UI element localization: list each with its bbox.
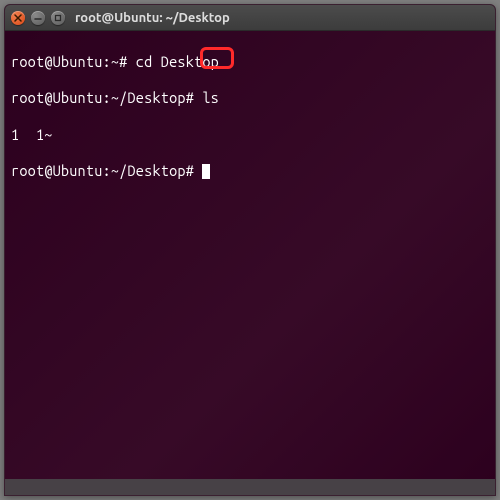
window-controls <box>11 11 65 25</box>
minimize-icon[interactable] <box>31 11 45 25</box>
terminal-line: root@Ubuntu:~# cd Desktop <box>11 53 489 71</box>
command-text: cd Desktop <box>127 53 219 70</box>
terminal-line: root@Ubuntu:~/Desktop# <box>11 162 489 180</box>
close-icon[interactable] <box>11 11 25 25</box>
cursor <box>202 164 210 179</box>
maximize-icon[interactable] <box>51 11 65 25</box>
output-text: 1 1~ <box>11 126 53 143</box>
terminal-line: root@Ubuntu:~/Desktop# ls <box>11 89 489 107</box>
window-title: root@Ubuntu: ~/Desktop <box>75 11 230 25</box>
command-text <box>194 162 202 179</box>
terminal-window: root@Ubuntu: ~/Desktop root@Ubuntu:~# cd… <box>4 4 496 496</box>
terminal-body[interactable]: root@Ubuntu:~# cd Desktop root@Ubuntu:~/… <box>5 31 495 495</box>
prompt: root@Ubuntu:~/Desktop# <box>11 89 194 106</box>
prompt: root@Ubuntu:~/Desktop# <box>11 162 194 179</box>
terminal-line: 1 1~ <box>11 126 489 144</box>
command-text: ls <box>194 89 219 106</box>
scrollbar-gutter <box>5 479 495 495</box>
prompt: root@Ubuntu:~# <box>11 53 127 70</box>
titlebar[interactable]: root@Ubuntu: ~/Desktop <box>5 5 495 31</box>
